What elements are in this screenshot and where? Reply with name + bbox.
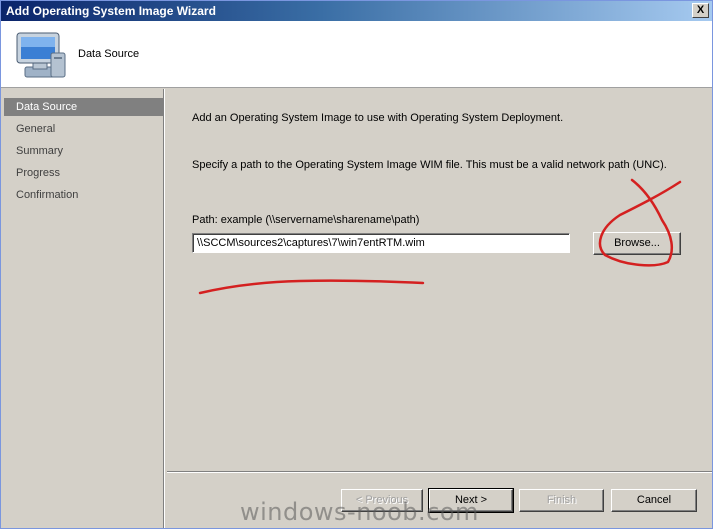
browse-button[interactable]: Browse... [593, 232, 681, 255]
close-icon: X [696, 4, 705, 16]
window-title: Add Operating System Image Wizard [6, 4, 216, 18]
sidebar-item-data-source[interactable]: Data Source [4, 98, 163, 116]
sidebar-item-general[interactable]: General [4, 120, 163, 138]
sidebar-item-summary[interactable]: Summary [4, 142, 163, 160]
finish-button[interactable]: Finish [519, 489, 604, 512]
path-input[interactable] [192, 233, 570, 253]
wizard-header: Data Source [1, 21, 712, 88]
wizard-sidebar: Data Source General Summary Progress Con… [1, 89, 165, 528]
footer-divider [167, 471, 712, 473]
title-bar[interactable]: Add Operating System Image Wizard X [1, 1, 712, 21]
wizard-content: Add an Operating System Image to use wit… [167, 89, 712, 528]
intro-text: Add an Operating System Image to use wit… [192, 112, 564, 124]
sidebar-divider [163, 89, 164, 528]
wizard-window: Add Operating System Image Wizard X Data… [0, 0, 713, 529]
page-title: Data Source [78, 48, 140, 60]
computer-monitor-icon [16, 32, 66, 78]
path-label: Path: example (\\servername\sharename\pa… [192, 214, 420, 226]
sidebar-item-confirmation[interactable]: Confirmation [4, 186, 163, 204]
close-button[interactable]: X [692, 3, 709, 18]
sidebar-item-progress[interactable]: Progress [4, 164, 163, 182]
watermark-text: windows-noob.com [240, 498, 479, 526]
cancel-button[interactable]: Cancel [611, 489, 697, 512]
instruction-text: Specify a path to the Operating System I… [192, 159, 667, 171]
